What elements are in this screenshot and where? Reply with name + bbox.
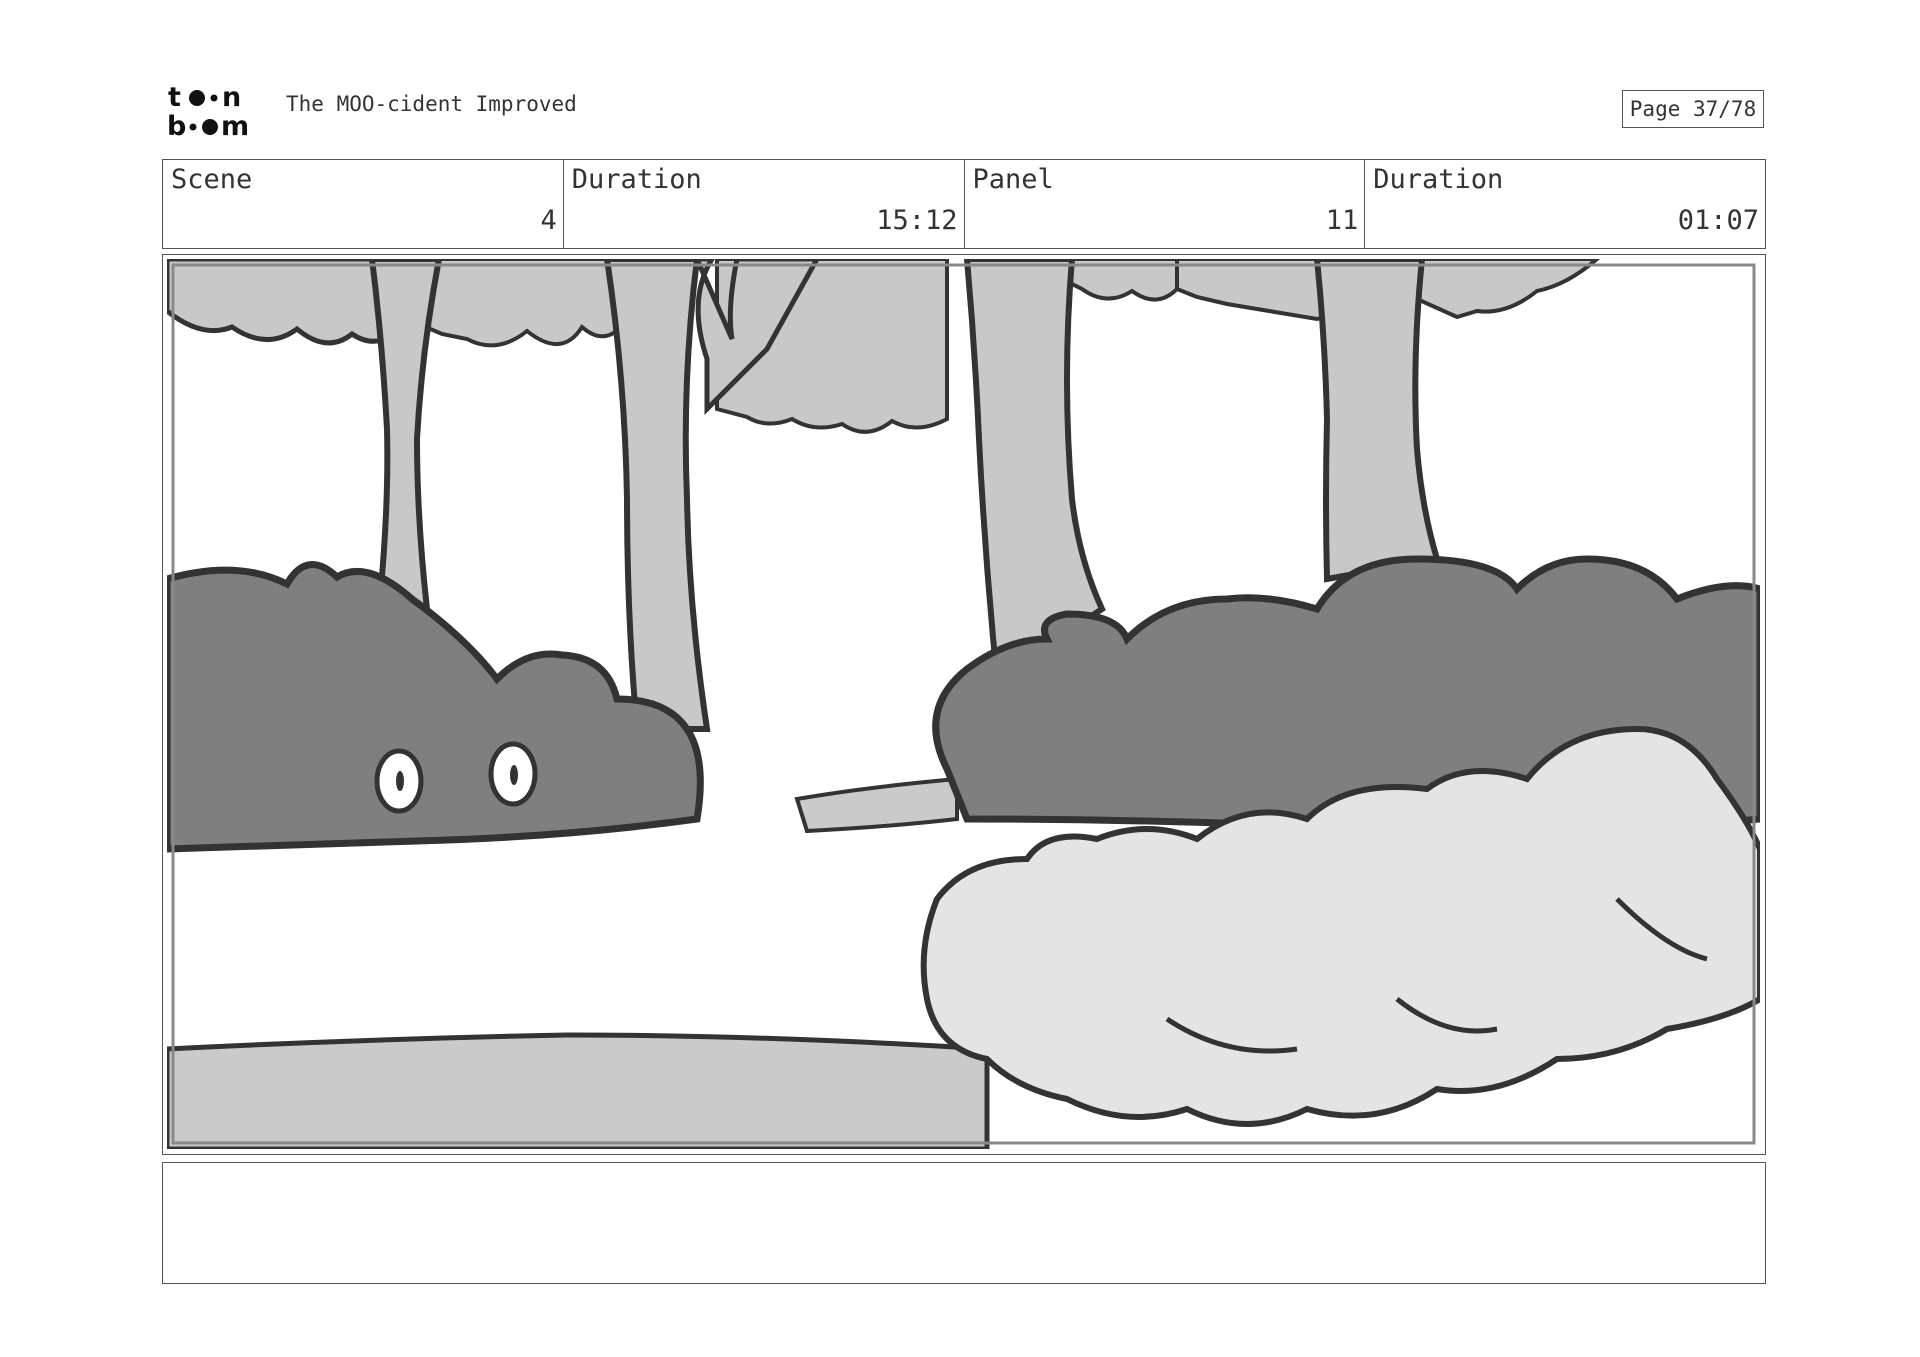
panel-notes-box [162, 1162, 1766, 1284]
panel-value: 11 [1325, 205, 1359, 236]
scene-value: 4 [540, 205, 557, 236]
panel-cell: Panel 11 [965, 160, 1366, 248]
svg-text:m: m [221, 111, 249, 138]
panel-duration-label: Duration [1373, 164, 1504, 195]
panel-duration-cell: Duration 01:07 [1365, 160, 1765, 248]
svg-text:b: b [167, 111, 186, 138]
panel-duration-value: 01:07 [1677, 205, 1759, 236]
toon-boom-logo: t n b m [167, 82, 249, 138]
document-title: The MOO-cident Improved [286, 92, 577, 116]
svg-text:t: t [168, 82, 181, 113]
scene-label: Scene [171, 164, 253, 195]
storyboard-panel-drawing [167, 259, 1760, 1149]
scene-cell: Scene 4 [163, 160, 564, 248]
svg-text:n: n [222, 82, 241, 113]
storyboard-panel-frame [162, 254, 1766, 1155]
page-indicator: Page 37/78 [1622, 90, 1764, 128]
scene-duration-cell: Duration 15:12 [564, 160, 965, 248]
panel-info-row: Scene 4 Duration 15:12 Panel 11 Duration… [162, 159, 1766, 249]
panel-label: Panel [972, 164, 1054, 195]
scene-duration-label: Duration [571, 164, 702, 195]
scene-duration-value: 15:12 [876, 205, 958, 236]
